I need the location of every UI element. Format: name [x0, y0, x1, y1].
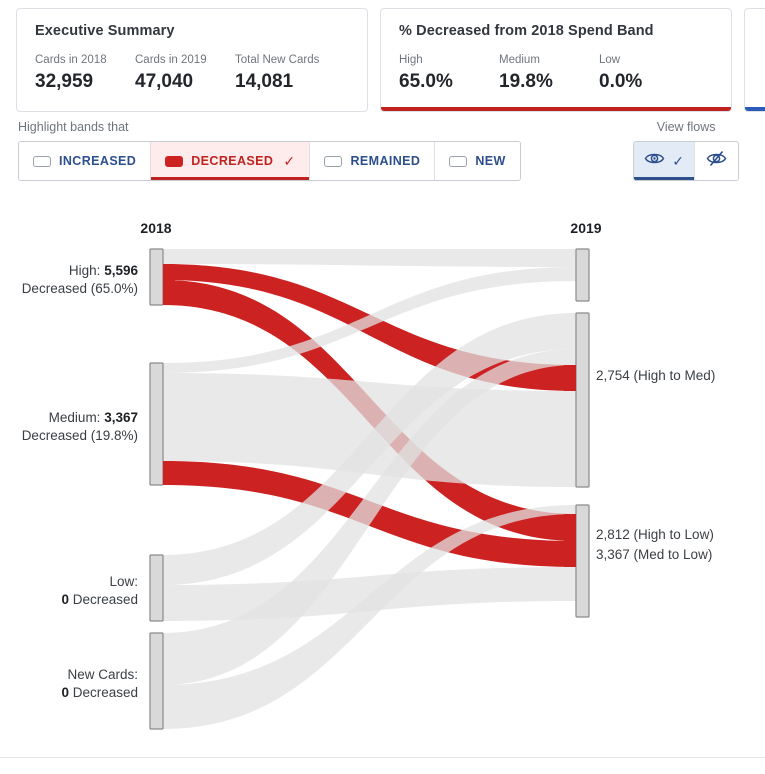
- metric-cards-in-2019: Cards in 2019 47,040: [135, 53, 235, 94]
- sankey-label-low-2018-line2: 0 Decreased: [61, 592, 138, 607]
- card-title: % Decreased from 2018 Spend Band: [399, 23, 654, 39]
- sankey-node-low-2018[interactable]: [149, 554, 164, 622]
- button-label: INCREASED: [59, 154, 137, 168]
- sankey-label-medium-2018-line1: Medium: 3,367: [49, 410, 138, 425]
- sankey-node-highlight-high-2018: [163, 264, 175, 305]
- metric-value: 0.0%: [599, 71, 643, 92]
- metric-label: Total New Cards: [235, 54, 320, 66]
- highlight-button-new[interactable]: NEW: [435, 142, 520, 180]
- sankey-label-high-2018-line1: High: 5,596: [69, 263, 139, 278]
- sankey-flow-label-low-2019-0: 2,812 (High to Low): [596, 527, 714, 542]
- sankey-label-medium-2018-line2: Decreased (19.8%): [22, 428, 138, 443]
- button-label: NEW: [475, 154, 506, 168]
- controls-row: Highlight bands that INCREASED DECREASED…: [0, 112, 765, 198]
- metric-medium: Medium 19.8%: [499, 53, 599, 94]
- bottom-divider: [0, 757, 765, 758]
- button-label: REMAINED: [350, 154, 421, 168]
- eye-off-icon: [705, 150, 728, 172]
- sankey-svg: 2018 2019 High: 5,596 Decreased (65.0%) Medi…: [22, 220, 715, 730]
- sankey-label-new-cards-2018-line2: 0 Decreased: [61, 685, 138, 700]
- card-partial-offscreen: [744, 8, 765, 112]
- color-swatch-icon: [165, 155, 184, 167]
- sankey-flow-high-to-high[interactable]: [163, 249, 576, 267]
- card-accent-bar: [745, 107, 765, 111]
- view-flows-caption: View flows: [656, 120, 716, 134]
- metric-value: 19.8%: [499, 71, 553, 92]
- color-swatch-icon: [33, 155, 51, 167]
- view-flows-button-group: ✓: [633, 141, 739, 181]
- sankey-node-high-2018[interactable]: [149, 248, 164, 306]
- sankey-label-high-2018-line2: Decreased (65.0%): [22, 281, 138, 296]
- view-flows-show-button[interactable]: ✓: [634, 142, 695, 180]
- metric-cards-in-2018: Cards in 2018 32,959: [35, 53, 135, 94]
- metric-total-new-cards: Total New Cards 14,081: [235, 53, 351, 94]
- sankey-node-low-2019[interactable]: [575, 504, 590, 618]
- metric-label: High: [399, 54, 423, 66]
- color-swatch-icon: [449, 155, 468, 167]
- metric-label: Low: [599, 54, 621, 66]
- card-metrics: High 65.0% Medium 19.8% Low 0.0%: [399, 53, 713, 94]
- metric-value: 32,959: [35, 71, 94, 92]
- sankey-node-medium-2019[interactable]: [575, 312, 590, 488]
- metric-label: Medium: [499, 54, 540, 66]
- metric-label: Cards in 2018: [35, 54, 107, 66]
- highlight-band-button-group: INCREASED DECREASED ✓ REMAINED NEW: [18, 141, 521, 181]
- card-title: Executive Summary: [35, 23, 175, 39]
- metric-value: 65.0%: [399, 71, 453, 92]
- card-accent-bar: [381, 107, 731, 111]
- metric-value: 47,040: [135, 71, 194, 92]
- metric-low: Low 0.0%: [599, 53, 715, 94]
- check-icon: ✓: [283, 153, 296, 169]
- highlight-button-increased[interactable]: INCREASED: [19, 142, 152, 180]
- eye-icon: [644, 151, 665, 171]
- card-metrics: Cards in 2018 32,959 Cards in 2019 47,04…: [35, 53, 349, 94]
- metric-value: 14,081: [235, 71, 294, 92]
- sankey-label-low-2018-line1: Low:: [109, 574, 138, 589]
- check-icon: ✓: [672, 153, 684, 169]
- color-swatch-icon: [324, 155, 343, 167]
- sankey-diagram: 2018 2019 High: 5,596 Decreased (65.0%) Medi…: [0, 198, 765, 758]
- highlight-button-decreased[interactable]: DECREASED ✓: [151, 142, 311, 180]
- sankey-flow-layer: [163, 249, 576, 729]
- button-label: DECREASED: [191, 154, 274, 168]
- metric-high: High 65.0%: [399, 53, 499, 94]
- sankey-column-header-2018: 2018: [140, 220, 171, 236]
- view-flows-control: View flows ✓: [633, 120, 739, 181]
- kpi-card-row: Executive Summary Cards in 2018 32,959 C…: [0, 0, 765, 112]
- sankey-flow-label-medium-2019-0: 2,754 (High to Med): [596, 368, 715, 383]
- sankey-node-medium-2018[interactable]: [149, 362, 164, 486]
- sankey-flow-label-low-2019-1: 3,367 (Med to Low): [596, 547, 712, 562]
- sankey-node-highlight-medium-2018: [163, 461, 175, 485]
- sankey-node-highlight-low-2019: [564, 514, 576, 567]
- highlight-button-remained[interactable]: REMAINED: [310, 142, 436, 180]
- sankey-column-header-2019: 2019: [570, 220, 601, 236]
- sankey-node-highlight-medium-2019: [564, 365, 576, 391]
- metric-label: Cards in 2019: [135, 54, 207, 66]
- sankey-label-new-cards-2018-line1: New Cards:: [67, 667, 138, 682]
- card-executive-summary: Executive Summary Cards in 2018 32,959 C…: [16, 8, 368, 112]
- sankey-node-high-2019[interactable]: [575, 248, 590, 302]
- sankey-node-new-cards-2018[interactable]: [149, 632, 164, 730]
- view-flows-hide-button[interactable]: [695, 142, 738, 180]
- card-pct-decreased: % Decreased from 2018 Spend Band High 65…: [380, 8, 732, 112]
